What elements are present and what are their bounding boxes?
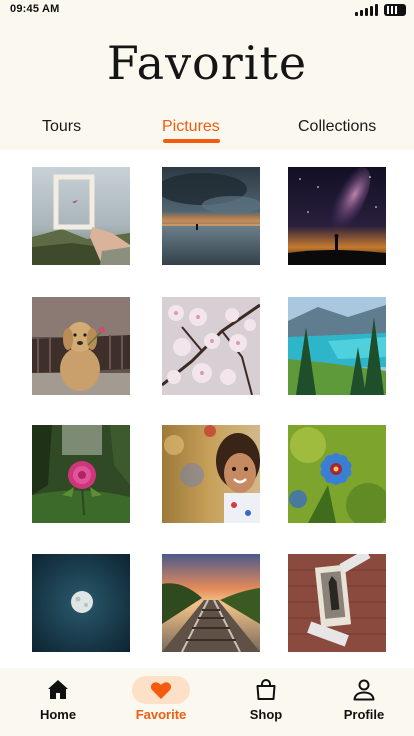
pictures-grid xyxy=(0,150,414,668)
nav-profile[interactable]: Profile xyxy=(324,668,404,736)
blue-flower-image xyxy=(288,425,386,523)
bottom-navigation: Home Favorite Shop Profile xyxy=(0,668,414,736)
nav-shop-label: Shop xyxy=(249,707,283,722)
picture-tile-railway[interactable] xyxy=(162,554,260,652)
nav-favorite[interactable]: Favorite xyxy=(121,668,201,736)
railway-image xyxy=(162,554,260,652)
nav-profile-label: Profile xyxy=(343,707,385,722)
signal-icon xyxy=(355,4,378,16)
picture-tile-frame-coast[interactable] xyxy=(32,167,130,265)
tab-pictures[interactable]: Pictures xyxy=(162,118,220,136)
pink-flower-image xyxy=(32,425,130,523)
active-tab-indicator xyxy=(163,139,220,143)
cherry-blossom-image xyxy=(162,297,260,395)
page-title: Favorite xyxy=(106,36,308,90)
battery-icon xyxy=(384,4,406,16)
picture-frame-coast-image xyxy=(32,167,130,265)
puppy-image xyxy=(32,297,130,395)
status-bar: 09:45 AM xyxy=(0,0,414,22)
milky-way-image xyxy=(288,167,386,265)
picture-tile-mountain-lake[interactable] xyxy=(288,297,386,395)
nav-shop[interactable]: Shop xyxy=(226,668,306,736)
profile-icon xyxy=(353,679,375,701)
status-time: 09:45 AM xyxy=(10,3,60,15)
nav-favorite-label: Favorite xyxy=(135,707,187,722)
picture-tile-moon[interactable] xyxy=(32,554,130,652)
tab-collections[interactable]: Collections xyxy=(298,118,376,136)
picture-tile-cherry-blossom[interactable] xyxy=(162,297,260,395)
picture-tile-blue-flower[interactable] xyxy=(288,425,386,523)
smiling-girl-image xyxy=(162,425,260,523)
shopping-bag-icon xyxy=(256,679,276,700)
moon-image xyxy=(32,554,130,652)
picture-tile-puppy[interactable] xyxy=(32,297,130,395)
home-icon xyxy=(48,680,68,699)
picture-tile-storm-sea[interactable] xyxy=(162,167,260,265)
picture-tile-smiling-girl[interactable] xyxy=(162,425,260,523)
header: Favorite Tours Pictures Collections xyxy=(0,22,414,150)
status-icons xyxy=(355,4,406,16)
heart-icon xyxy=(150,682,172,699)
nav-home[interactable]: Home xyxy=(18,668,98,736)
tab-tours[interactable]: Tours xyxy=(42,118,81,136)
storm-sea-image xyxy=(162,167,260,265)
picture-tile-photo-on-wall[interactable] xyxy=(288,554,386,652)
photo-on-wall-image xyxy=(288,554,386,652)
nav-home-label: Home xyxy=(39,707,77,722)
picture-tile-milky-way[interactable] xyxy=(288,167,386,265)
mountain-lake-image xyxy=(288,297,386,395)
picture-tile-pink-flower[interactable] xyxy=(32,425,130,523)
tab-bar: Tours Pictures Collections xyxy=(0,118,414,150)
